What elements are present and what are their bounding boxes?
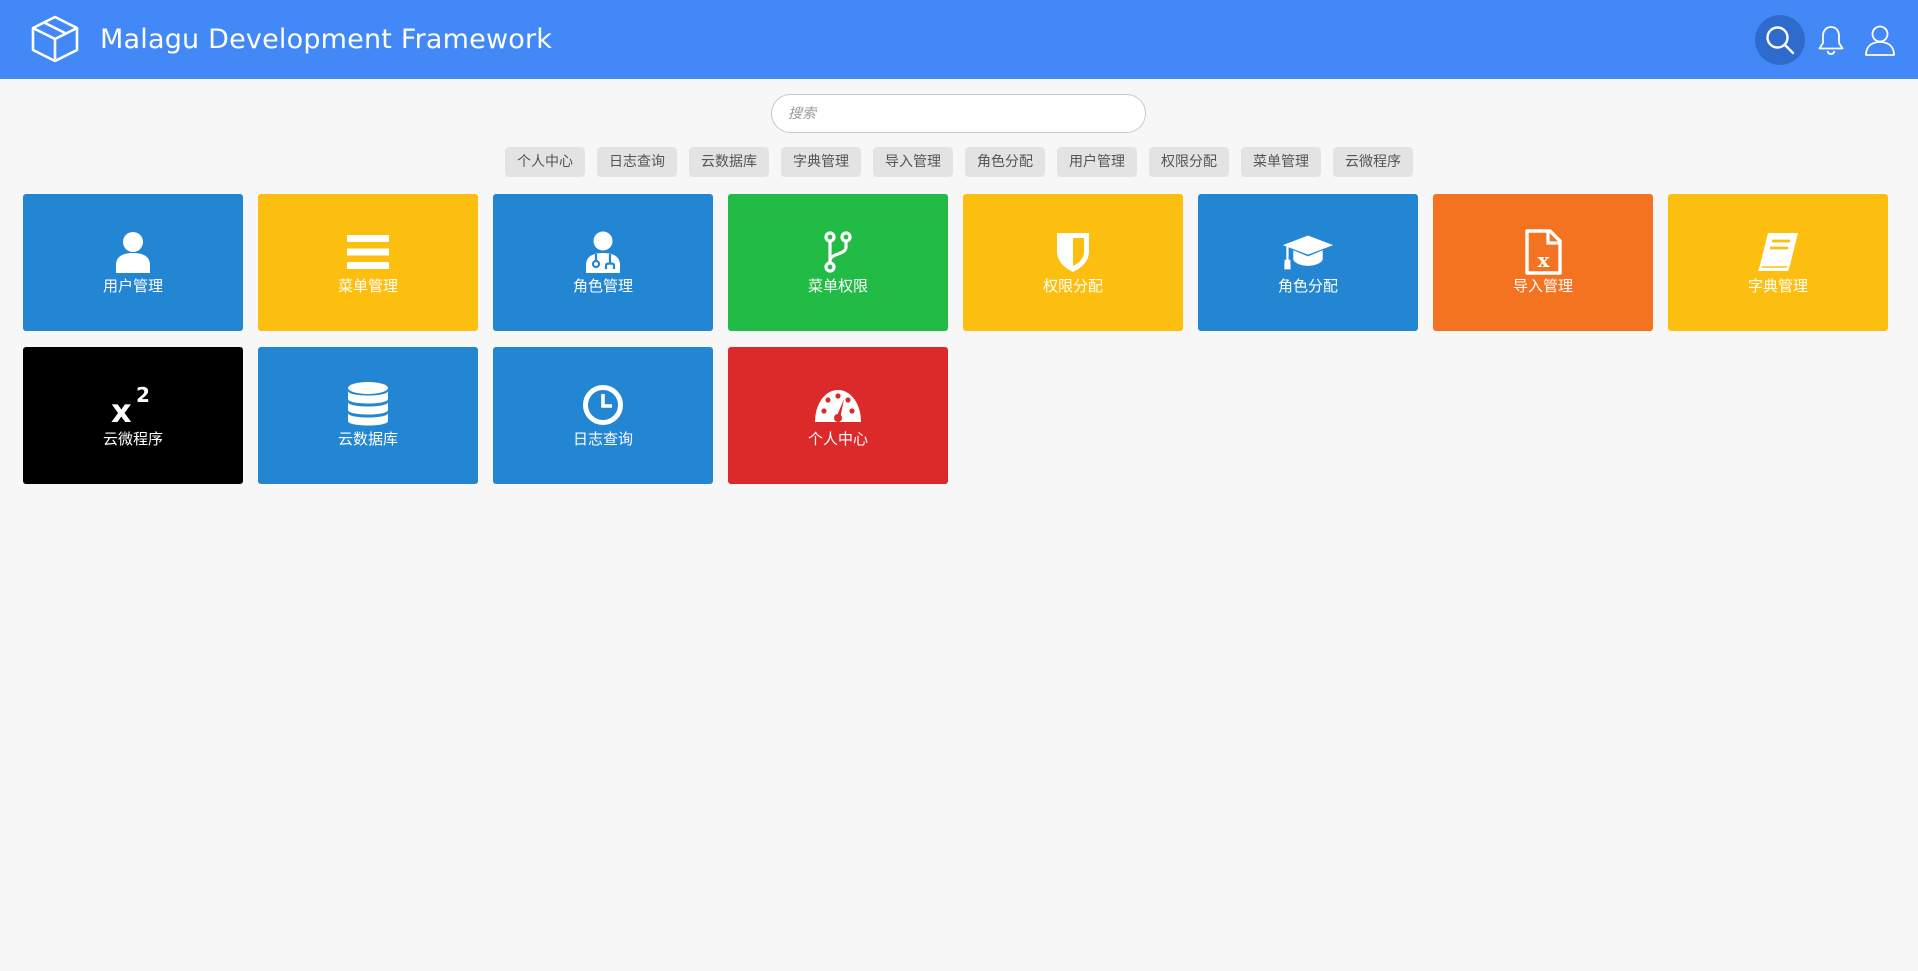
tile-label: 权限分配 (1042, 277, 1103, 295)
quick-tags: 个人中心 日志查询 云数据库 字典管理 导入管理 角色分配 用户管理 权限分配 … (0, 147, 1918, 177)
quick-tag-role-assign[interactable]: 角色分配 (965, 147, 1045, 177)
quick-tag-menu-management[interactable]: 菜单管理 (1241, 147, 1321, 177)
quick-tag-import[interactable]: 导入管理 (873, 147, 953, 177)
tile-import-management[interactable]: x 导入管理 (1433, 194, 1653, 331)
tile-label: 用户管理 (102, 277, 163, 295)
tile-dictionary-management[interactable]: 字典管理 (1668, 194, 1888, 331)
quick-tag-dictionary[interactable]: 字典管理 (781, 147, 861, 177)
user-icon (107, 229, 159, 275)
book-icon (1752, 229, 1804, 275)
tile-label: 菜单权限 (807, 277, 868, 295)
tile-label: 角色管理 (572, 277, 633, 295)
cube-icon[interactable] (29, 14, 81, 64)
user-icon[interactable] (1855, 15, 1905, 65)
tile-label: 菜单管理 (337, 277, 398, 295)
database-icon (342, 382, 394, 428)
tile-label: 导入管理 (1512, 277, 1573, 295)
tile-label: 日志查询 (572, 430, 633, 448)
tile-role-assign[interactable]: 角色分配 (1198, 194, 1418, 331)
bell-icon[interactable] (1806, 15, 1856, 65)
quick-tag-user-management[interactable]: 用户管理 (1057, 147, 1137, 177)
search-input[interactable] (771, 94, 1146, 133)
quick-tag-permission-assign[interactable]: 权限分配 (1149, 147, 1229, 177)
code-branch-icon (812, 229, 864, 275)
tile-cloud-microapp[interactable]: x 2 云微程序 (23, 347, 243, 484)
tile-menu-management[interactable]: 菜单管理 (258, 194, 478, 331)
shield-icon (1047, 229, 1099, 275)
tile-label: 角色分配 (1277, 277, 1338, 295)
svg-text:x: x (111, 392, 132, 426)
tile-cloud-database[interactable]: 云数据库 (258, 347, 478, 484)
superscript-icon: x 2 (107, 382, 159, 428)
tile-permission-assign[interactable]: 权限分配 (963, 194, 1183, 331)
search-box (771, 94, 1146, 133)
excel-file-icon: x (1517, 229, 1569, 275)
module-grid: 用户管理 菜单管理 角色管理 菜单权限 权限分配 角色分配 x 导入管理 字典管… (23, 194, 1889, 484)
tile-user-management[interactable]: 用户管理 (23, 194, 243, 331)
tile-label: 字典管理 (1747, 277, 1808, 295)
clock-icon (577, 382, 629, 428)
menu-bars-icon (342, 229, 394, 275)
quick-tag-personal-center[interactable]: 个人中心 (505, 147, 585, 177)
search-icon[interactable] (1755, 15, 1805, 65)
svg-text:2: 2 (136, 384, 150, 407)
tile-label: 云数据库 (337, 430, 398, 448)
tile-personal-center[interactable]: 个人中心 (728, 347, 948, 484)
tile-menu-permission[interactable]: 菜单权限 (728, 194, 948, 331)
user-doctor-icon (577, 229, 629, 275)
top-bar: Malagu Development Framework (0, 0, 1918, 79)
quick-tag-log-query[interactable]: 日志查询 (597, 147, 677, 177)
graduation-cap-icon (1282, 229, 1334, 275)
dashboard-gauge-icon (812, 382, 864, 428)
quick-tag-cloud-database[interactable]: 云数据库 (689, 147, 769, 177)
tile-role-management[interactable]: 角色管理 (493, 194, 713, 331)
svg-text:x: x (1538, 248, 1551, 272)
quick-tag-cloud-microapp[interactable]: 云微程序 (1333, 147, 1413, 177)
tile-log-query[interactable]: 日志查询 (493, 347, 713, 484)
tile-label: 云微程序 (102, 430, 163, 448)
app-title: Malagu Development Framework (100, 24, 553, 55)
tile-label: 个人中心 (807, 430, 868, 448)
